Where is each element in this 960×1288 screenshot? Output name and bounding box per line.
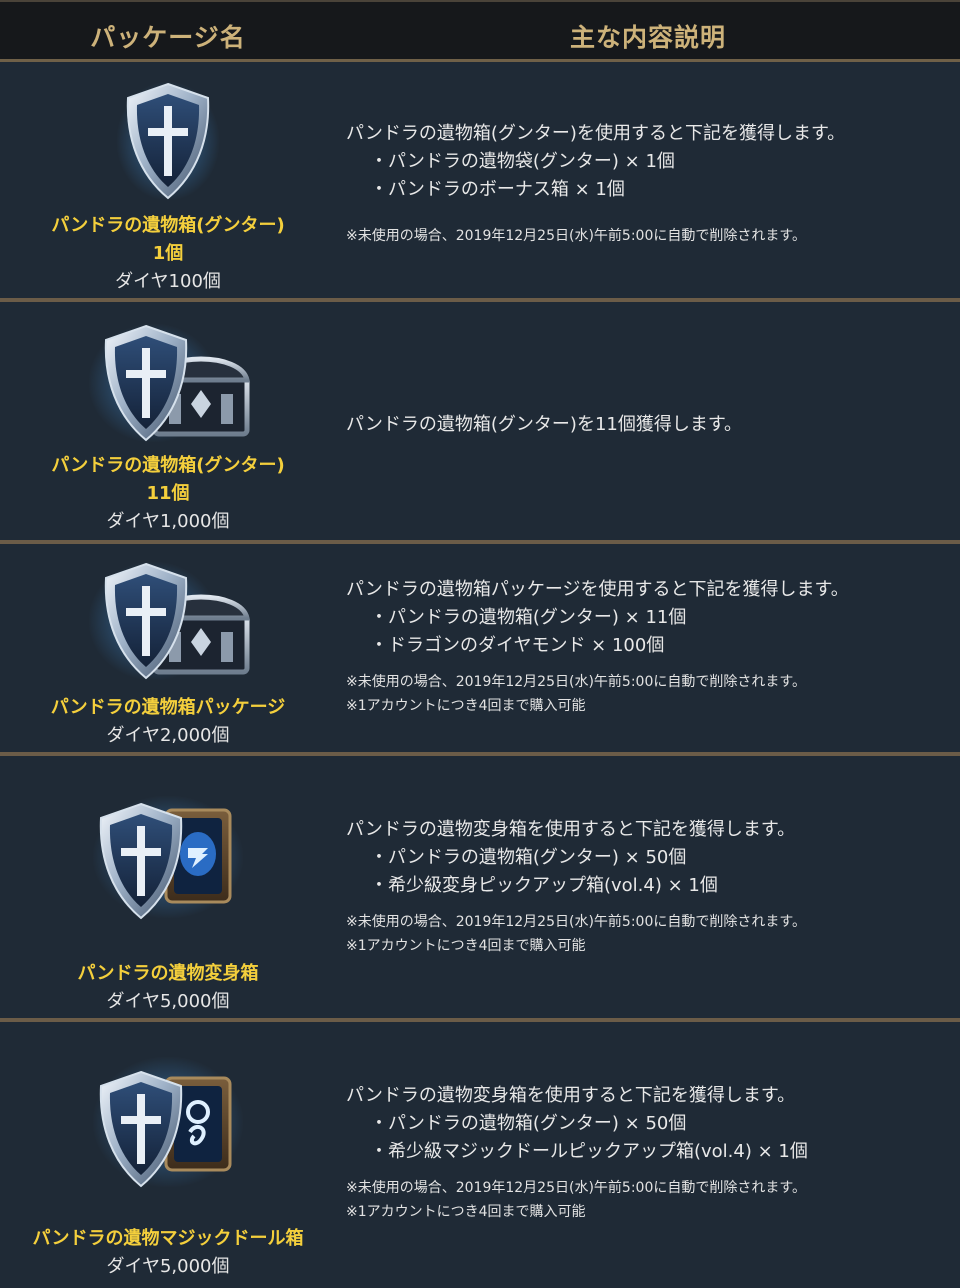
list-item: ・パンドラの遺物袋(グンター) × 1個 bbox=[370, 151, 675, 172]
package-name: パンドラの遺物マジックドール箱 bbox=[32, 1228, 304, 1249]
package-cell: パンドラの遺物箱(グンター) 11個 ダイヤ1,000個 bbox=[0, 302, 336, 540]
note-text: ※未使用の場合、2019年12月25日(水)午前5:00に自動で削除されます。 bbox=[346, 914, 806, 930]
table-row: パンドラの遺物箱(グンター) 1個 ダイヤ100個 パンドラの遺物箱(グンター)… bbox=[0, 62, 960, 298]
table-header: パッケージ名 主な内容説明 bbox=[0, 0, 960, 62]
table-row: パンドラの遺物マジックドール箱 ダイヤ5,000個 パンドラの遺物変身箱を使用す… bbox=[0, 1022, 960, 1288]
table-row: パンドラの遺物箱パッケージ ダイヤ2,000個 パンドラの遺物箱パッケージを使用… bbox=[0, 544, 960, 752]
shield-card-icon bbox=[0, 792, 336, 922]
list-item: ・パンドラの遺物箱(グンター) × 50個 bbox=[370, 1113, 687, 1134]
package-name: パンドラの遺物変身箱 bbox=[77, 963, 259, 984]
table-row: パンドラの遺物箱(グンター) 11個 ダイヤ1,000個 パンドラの遺物箱(グン… bbox=[0, 302, 960, 540]
package-cell: パンドラの遺物変身箱 ダイヤ5,000個 bbox=[0, 756, 336, 1018]
package-name: パンドラの遺物箱(グンター) bbox=[51, 215, 285, 236]
note-text: ※1アカウントにつき4回まで購入可能 bbox=[346, 698, 586, 714]
description-text: パンドラの遺物変身箱を使用すると下記を獲得します。 bbox=[346, 819, 796, 840]
header-description: 主な内容説明 bbox=[569, 23, 726, 52]
list-item: ・パンドラの遺物箱(グンター) × 50個 bbox=[370, 847, 687, 868]
list-item: ・希少級変身ピックアップ箱(vol.4) × 1個 bbox=[370, 875, 718, 896]
description-cell: パンドラの遺物箱(グンター)を11個獲得します。 bbox=[346, 302, 946, 540]
package-cell: パンドラの遺物箱(グンター) 1個 ダイヤ100個 bbox=[0, 62, 336, 298]
package-quantity: 1個 bbox=[152, 243, 184, 264]
list-item: ・希少級マジックドールピックアップ箱(vol.4) × 1個 bbox=[370, 1141, 808, 1162]
description-cell: パンドラの遺物変身箱を使用すると下記を獲得します。 ・パンドラの遺物箱(グンター… bbox=[346, 1022, 946, 1288]
description-cell: パンドラの遺物変身箱を使用すると下記を獲得します。 ・パンドラの遺物箱(グンター… bbox=[346, 756, 946, 1018]
package-price: ダイヤ1,000個 bbox=[106, 511, 230, 532]
shield-chest-icon bbox=[0, 556, 336, 686]
package-cell: パンドラの遺物箱パッケージ ダイヤ2,000個 bbox=[0, 544, 336, 752]
note-text: ※未使用の場合、2019年12月25日(水)午前5:00に自動で削除されます。 bbox=[346, 228, 806, 244]
shield-doll-card-icon bbox=[0, 1052, 336, 1188]
package-cell: パンドラの遺物マジックドール箱 ダイヤ5,000個 bbox=[0, 1022, 336, 1288]
note-text: ※未使用の場合、2019年12月25日(水)午前5:00に自動で削除されます。 bbox=[346, 674, 806, 690]
package-name: パンドラの遺物箱パッケージ bbox=[50, 697, 286, 718]
package-name: パンドラの遺物箱(グンター) bbox=[51, 455, 285, 476]
list-item: ・パンドラのボーナス箱 × 1個 bbox=[370, 179, 625, 200]
note-text: ※1アカウントにつき4回まで購入可能 bbox=[346, 1204, 586, 1220]
header-package-name: パッケージ名 bbox=[90, 23, 246, 52]
description-text: パンドラの遺物変身箱を使用すると下記を獲得します。 bbox=[346, 1085, 796, 1106]
list-item: ・パンドラの遺物箱(グンター) × 11個 bbox=[370, 607, 687, 628]
shield-icon bbox=[0, 76, 336, 206]
list-item: ・ドラゴンのダイヤモンド × 100個 bbox=[370, 635, 665, 656]
description-text: パンドラの遺物箱(グンター)を使用すると下記を獲得します。 bbox=[346, 123, 846, 144]
note-text: ※未使用の場合、2019年12月25日(水)午前5:00に自動で削除されます。 bbox=[346, 1180, 806, 1196]
table-row: パンドラの遺物変身箱 ダイヤ5,000個 パンドラの遺物変身箱を使用すると下記を… bbox=[0, 756, 960, 1018]
package-table: パッケージ名 主な内容説明 パンドラの遺物箱(グンター) 1個 ダイヤ100個 … bbox=[0, 0, 960, 1288]
package-quantity: 11個 bbox=[146, 483, 190, 504]
package-price: ダイヤ5,000個 bbox=[106, 991, 230, 1012]
description-text: パンドラの遺物箱(グンター)を11個獲得します。 bbox=[346, 414, 743, 435]
package-price: ダイヤ100個 bbox=[115, 271, 221, 292]
package-price: ダイヤ2,000個 bbox=[106, 725, 230, 746]
description-cell: パンドラの遺物箱(グンター)を使用すると下記を獲得します。 ・パンドラの遺物袋(… bbox=[346, 62, 946, 298]
package-price: ダイヤ5,000個 bbox=[106, 1256, 230, 1277]
shield-chest-icon bbox=[0, 318, 336, 448]
note-text: ※1アカウントにつき4回まで購入可能 bbox=[346, 938, 586, 954]
description-text: パンドラの遺物箱パッケージを使用すると下記を獲得します。 bbox=[346, 579, 849, 600]
description-cell: パンドラの遺物箱パッケージを使用すると下記を獲得します。 ・パンドラの遺物箱(グ… bbox=[346, 544, 946, 752]
